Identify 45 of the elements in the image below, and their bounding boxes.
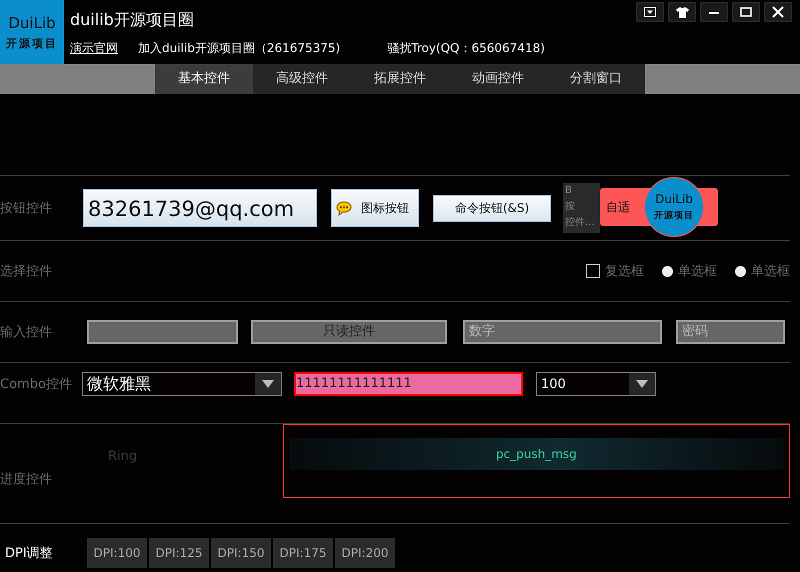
- radio-button[interactable]: [735, 266, 746, 276]
- menu-button[interactable]: [636, 2, 664, 22]
- radio-button[interactable]: [662, 266, 673, 276]
- font-dropdown[interactable]: 微软雅黑: [82, 372, 282, 396]
- input-field[interactable]: [87, 320, 238, 344]
- window-title: duilib开源项目圈: [70, 10, 195, 31]
- row-label: 进度控件: [0, 470, 53, 488]
- info-text: 骚扰Troy(QQ：656067418): [387, 40, 545, 57]
- row-label: 按钮控件: [0, 200, 53, 217]
- tab[interactable]: 基本控件: [155, 64, 253, 94]
- checkbox[interactable]: [586, 264, 600, 278]
- ring-label: Ring: [108, 449, 138, 464]
- dpi-label: DPI调整: [4, 545, 54, 562]
- menu-icon: [644, 7, 656, 17]
- shirt-button[interactable]: [668, 2, 696, 22]
- option-label: 单选框: [751, 263, 790, 280]
- dpi-button[interactable]: DPI:125: [149, 538, 209, 568]
- message-bar: pc_push_msg: [288, 438, 784, 470]
- website-link[interactable]: 演示官网: [70, 40, 118, 57]
- dpi-button[interactable]: DPI:200: [335, 538, 395, 568]
- maximize-button[interactable]: [732, 2, 760, 22]
- logo-badge: DuiLib 开源项目: [644, 177, 704, 237]
- dpi-button[interactable]: DPI:100: [87, 538, 147, 568]
- dpi-button[interactable]: DPI:175: [273, 538, 333, 568]
- close-icon: [772, 6, 784, 18]
- row-label: 输入控件: [0, 324, 53, 341]
- text-button[interactable]: B 按 控件...: [563, 183, 600, 233]
- row-label: Combo控件: [0, 376, 73, 393]
- icon-button[interactable]: 图标按钮: [331, 189, 419, 227]
- close-button[interactable]: [764, 2, 792, 22]
- option-label: 单选框: [678, 263, 717, 280]
- option-label: 复选框: [605, 263, 644, 280]
- speech-bubble-icon: [336, 200, 352, 216]
- info-text: 加入duilib开源项目圈（261675375): [138, 40, 340, 57]
- maximize-icon: [740, 7, 752, 17]
- command-button[interactable]: 命令按钮(&S): [433, 194, 551, 222]
- app-logo: DuiLib 开源项目: [0, 0, 64, 64]
- email-field[interactable]: 83261739@qq.com: [83, 189, 317, 227]
- dpi-button[interactable]: DPI:150: [211, 538, 271, 568]
- text-field[interactable]: 11111111111111: [294, 372, 523, 396]
- size-dropdown[interactable]: 100: [536, 372, 656, 396]
- row-label: 选择控件: [0, 263, 53, 280]
- shirt-icon: [676, 6, 688, 18]
- readonly-field: 只读控件: [251, 320, 447, 344]
- minimize-button[interactable]: [700, 2, 728, 22]
